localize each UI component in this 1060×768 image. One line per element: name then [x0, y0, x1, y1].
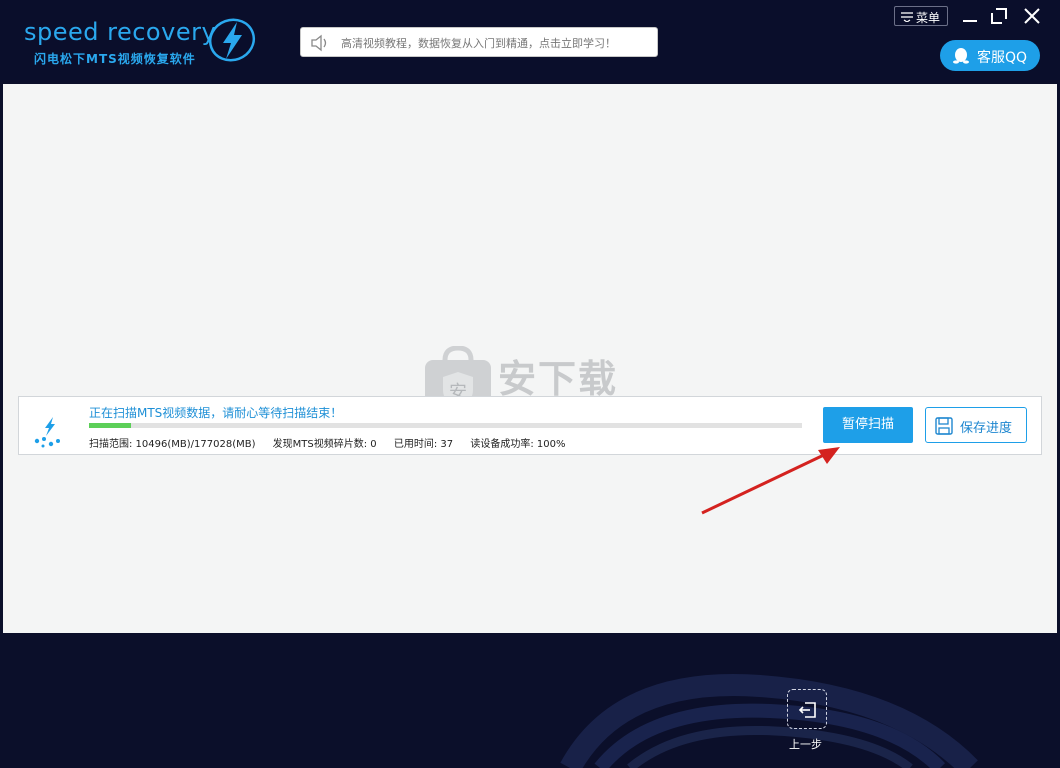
app-subtitle: 闪电松下MTS视频恢复软件	[34, 52, 196, 66]
close-icon[interactable]	[1022, 6, 1042, 26]
scan-icon	[34, 417, 60, 448]
scan-progress-bar	[89, 423, 802, 428]
scan-status-title: 正在扫描MTS视频数据，请耐心等待扫描结束！	[89, 406, 343, 420]
scan-stats: 扫描范围: 10496(MB)/177028(MB) 发现MTS视频碎片数: 0…	[89, 435, 579, 450]
scan-range-text: 扫描范围: 10496(MB)/177028(MB)	[89, 439, 256, 450]
read-success-rate-text: 读设备成功率: 100%	[470, 439, 566, 450]
title-bar: speed recovery 闪电松下MTS视频恢复软件 高清视频教程，数据恢复…	[0, 0, 1060, 82]
qq-button-label: 客服QQ	[977, 50, 1028, 66]
customer-service-qq-button[interactable]: 客服QQ	[940, 40, 1040, 71]
save-progress-label: 保存进度	[960, 421, 1013, 436]
minimize-icon[interactable]	[960, 6, 980, 26]
menu-label: 菜单	[916, 11, 941, 25]
main-panel: 安 安下载 anxz.com 正在扫描MTS视频数据，请耐心等待扫描结束！ 扫描…	[3, 84, 1057, 633]
maximize-icon[interactable]	[989, 6, 1009, 26]
save-disk-icon	[935, 417, 953, 435]
menu-lines-icon	[901, 12, 913, 22]
back-icon	[798, 702, 816, 718]
back-button[interactable]	[787, 689, 827, 729]
background-swirl	[560, 674, 978, 768]
app-logo-text: speed recovery	[24, 18, 217, 46]
speaker-icon	[311, 34, 327, 52]
pause-scan-button[interactable]: 暂停扫描	[823, 407, 913, 443]
annotation-arrow	[701, 447, 840, 515]
found-fragments-text: 发现MTS视频碎片数: 0	[272, 439, 377, 450]
menu-button[interactable]: 菜单	[894, 6, 948, 26]
footer-bar: 上一步	[0, 636, 1060, 768]
save-progress-button[interactable]: 保存进度	[925, 407, 1027, 443]
qq-penguin-icon	[953, 48, 969, 64]
scan-status-panel: 正在扫描MTS视频数据，请耐心等待扫描结束！ 扫描范围: 10496(MB)/1…	[18, 396, 1042, 455]
notice-bar[interactable]: 高清视频教程，数据恢复从入门到精通，点击立即学习！	[300, 27, 658, 57]
back-label: 上一步	[789, 738, 822, 751]
scan-progress-fill	[89, 423, 132, 428]
notice-text[interactable]: 高清视频教程，数据恢复从入门到精通，点击立即学习！	[341, 35, 616, 51]
elapsed-time-text: 已用时间: 37	[393, 439, 454, 450]
lightning-icon	[208, 18, 256, 62]
